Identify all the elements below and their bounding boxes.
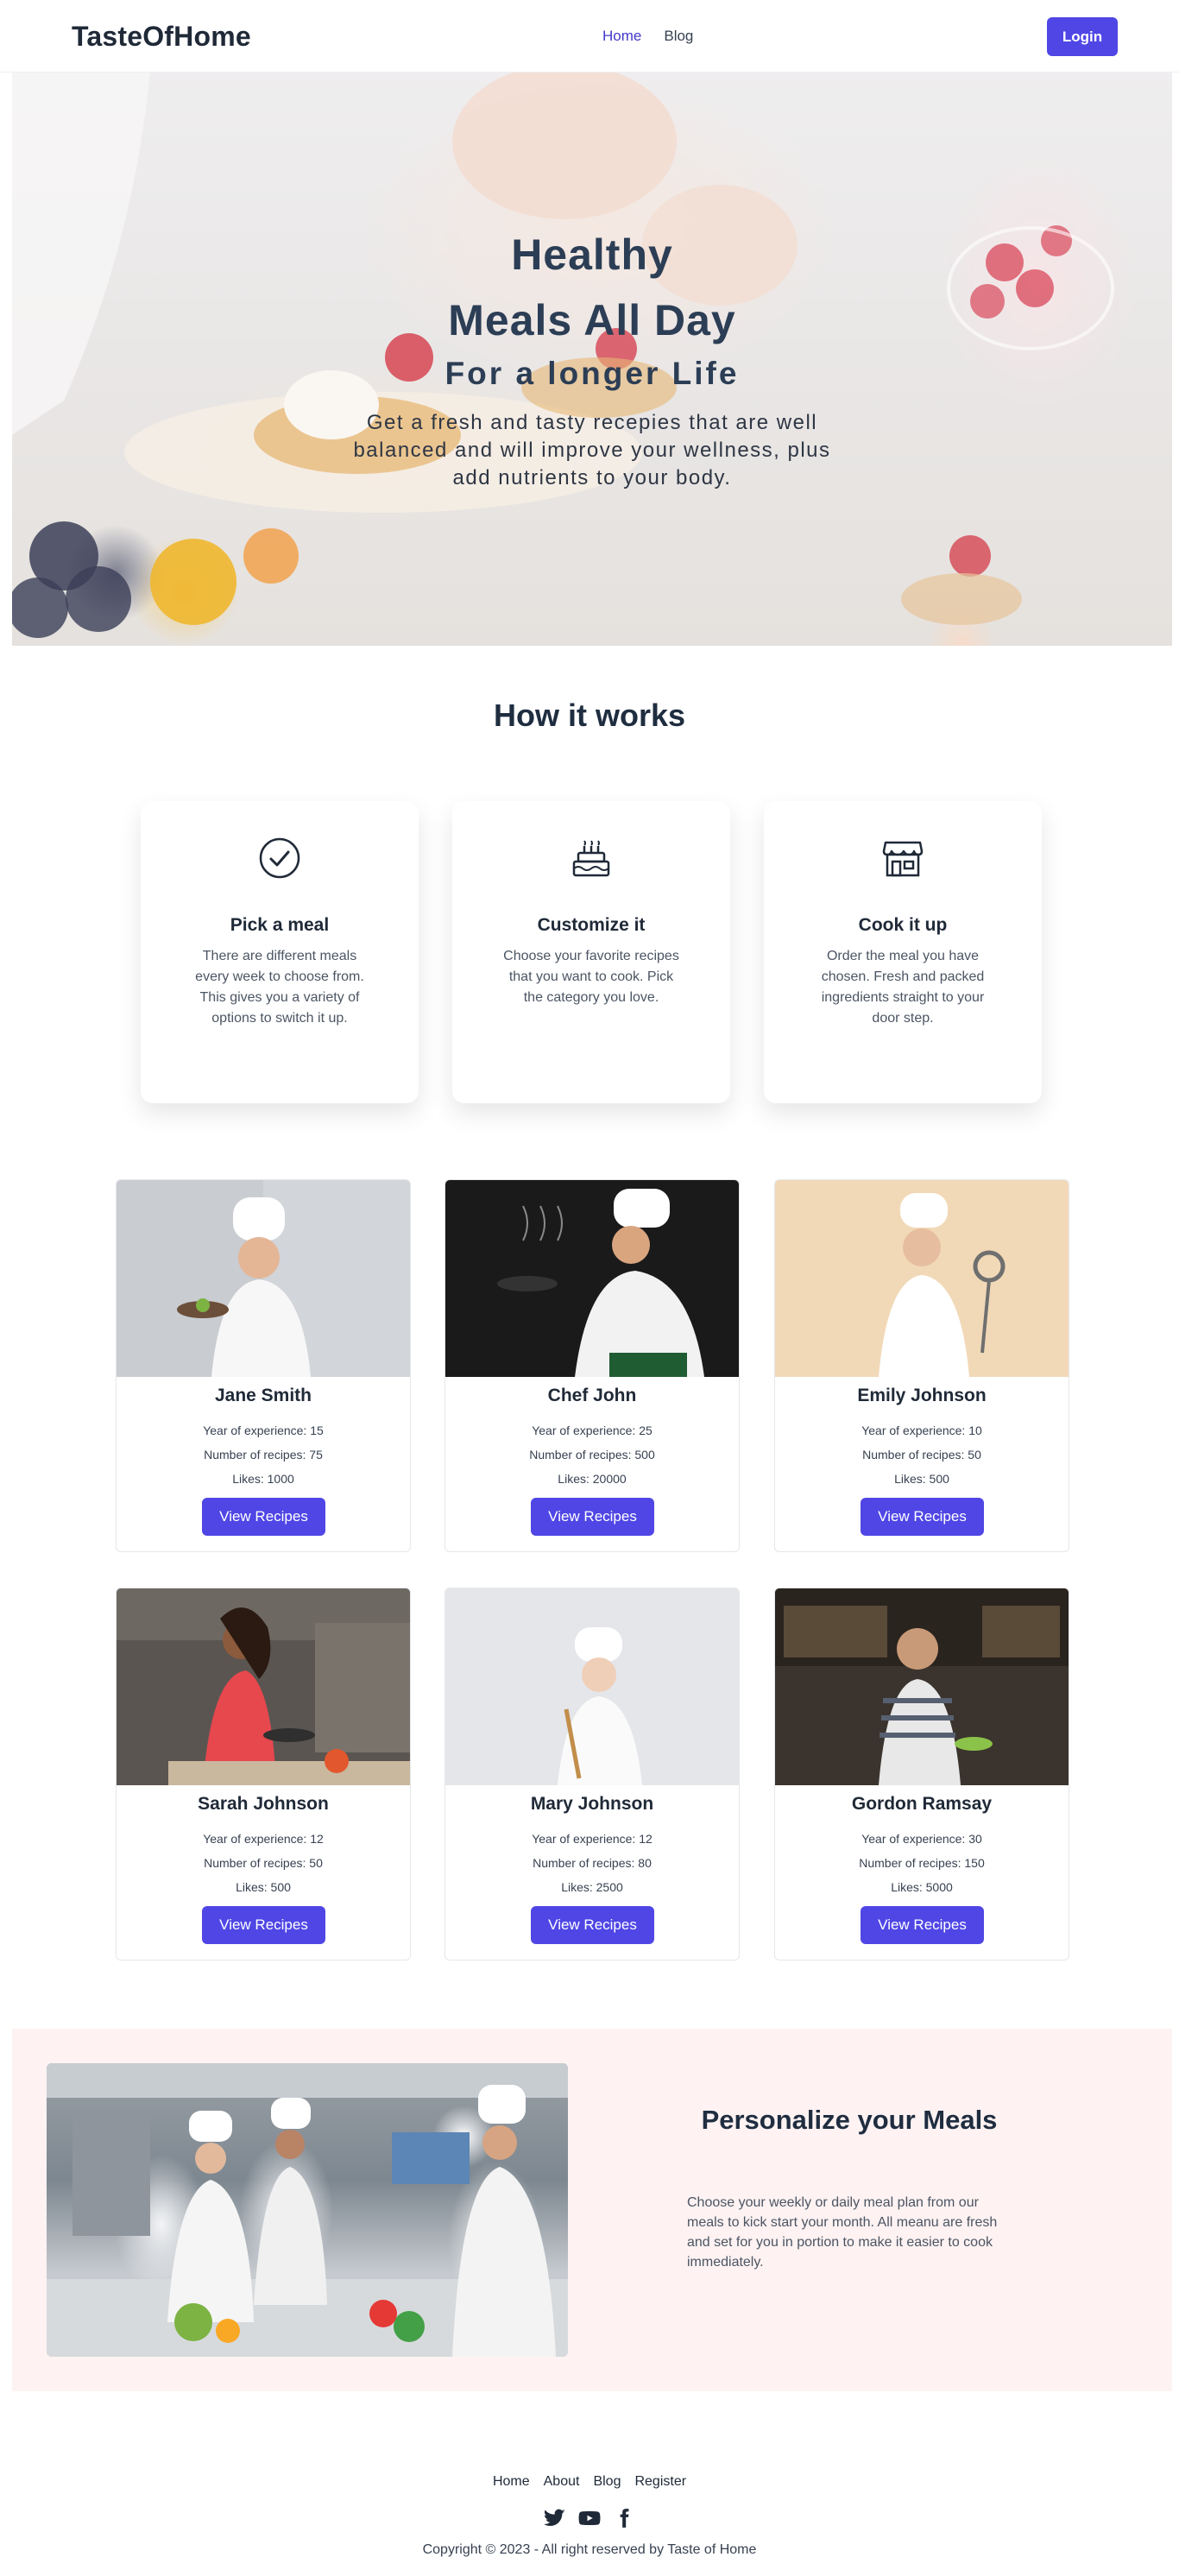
personalize-text: Choose your weekly or daily meal plan fr… xyxy=(687,2195,998,2270)
chef-card: Jane Smith Year of experience: 15 Number… xyxy=(116,1179,411,1552)
step-title: Pick a meal xyxy=(230,915,330,935)
login-button[interactable]: Login xyxy=(1047,17,1118,56)
chef-card: Chef John Year of experience: 25 Number … xyxy=(444,1179,740,1552)
step-title: Cook it up xyxy=(858,915,948,935)
social-links xyxy=(0,2507,1179,2529)
step-card-cook: Cook it up Order the meal you have chose… xyxy=(764,801,1042,1103)
step-text: Choose your favorite recipes that you wa… xyxy=(503,949,679,1005)
nav-link-blog[interactable]: Blog xyxy=(664,28,693,45)
footer-link-about[interactable]: About xyxy=(544,2474,580,2490)
chef-name: Emily Johnson xyxy=(857,1386,987,1405)
hero-description: Get a fresh and tasty recepies that are … xyxy=(353,411,831,489)
chef-photo xyxy=(445,1180,739,1377)
chef-card: Sarah Johnson Year of experience: 12 Num… xyxy=(116,1588,411,1960)
view-recipes-button[interactable]: View Recipes xyxy=(531,1906,654,1944)
chef-card: Emily Johnson Year of experience: 10 Num… xyxy=(774,1179,1069,1552)
personalize-title: Personalize your Meals xyxy=(701,2105,998,2135)
footer-link-home[interactable]: Home xyxy=(493,2474,530,2490)
chef-experience: Year of experience: 25 xyxy=(532,1424,653,1437)
chef-recipes: Number of recipes: 500 xyxy=(529,1448,655,1462)
chef-likes: Likes: 1000 xyxy=(232,1472,294,1486)
chef-recipes: Number of recipes: 75 xyxy=(204,1448,323,1462)
twitter-icon[interactable] xyxy=(544,2507,566,2529)
footer-link-register[interactable]: Register xyxy=(634,2474,686,2490)
chef-recipes: Number of recipes: 50 xyxy=(204,1856,323,1870)
facebook-icon[interactable] xyxy=(613,2507,635,2529)
step-title: Customize it xyxy=(537,915,646,935)
step-card-pick: Pick a meal There are different meals ev… xyxy=(141,801,419,1103)
chef-photo xyxy=(775,1588,1069,1785)
chef-experience: Year of experience: 12 xyxy=(532,1832,653,1846)
chef-experience: Year of experience: 30 xyxy=(861,1832,982,1846)
chef-name: Sarah Johnson xyxy=(198,1794,329,1814)
hero-subtitle: For a longer Life xyxy=(444,356,740,391)
chef-recipes: Number of recipes: 150 xyxy=(859,1856,985,1870)
step-card-customize: Customize it Choose your favorite recipe… xyxy=(452,801,730,1103)
chef-name: Chef John xyxy=(547,1386,637,1405)
check-circle-icon xyxy=(259,837,300,879)
chef-likes: Likes: 2500 xyxy=(561,1880,623,1894)
store-icon xyxy=(882,841,924,877)
hero-title-line2: Meals All Day xyxy=(448,296,736,344)
view-recipes-button[interactable]: View Recipes xyxy=(861,1906,984,1944)
chef-card: Gordon Ramsay Year of experience: 30 Num… xyxy=(774,1588,1069,1960)
nav-link-home[interactable]: Home xyxy=(602,28,641,45)
chef-likes: Likes: 500 xyxy=(894,1472,949,1486)
view-recipes-button[interactable]: View Recipes xyxy=(861,1498,984,1536)
chef-experience: Year of experience: 12 xyxy=(203,1832,324,1846)
chef-likes: Likes: 20000 xyxy=(558,1472,627,1486)
chef-experience: Year of experience: 10 xyxy=(861,1424,982,1437)
chef-likes: Likes: 500 xyxy=(236,1880,291,1894)
kitchen-photo xyxy=(47,2063,568,2357)
cake-icon xyxy=(572,840,610,877)
chef-photo xyxy=(775,1180,1069,1377)
youtube-icon[interactable] xyxy=(578,2507,601,2529)
hero-title-line1: Healthy xyxy=(511,230,673,279)
step-text: Order the meal you have chosen. Fresh an… xyxy=(821,949,985,1026)
chef-likes: Likes: 5000 xyxy=(891,1880,953,1894)
hero-banner: Healthy Meals All Day For a longer Life … xyxy=(12,73,1172,646)
site-logo[interactable]: TasteOfHome xyxy=(72,21,251,53)
how-it-works-title: How it works xyxy=(493,698,686,733)
top-navbar: TasteOfHome Home Blog Login xyxy=(0,0,1179,73)
chef-photo xyxy=(117,1180,410,1377)
nav-links: Home Blog xyxy=(602,28,693,45)
chef-experience: Year of experience: 15 xyxy=(203,1424,324,1437)
view-recipes-button[interactable]: View Recipes xyxy=(531,1498,654,1536)
step-text: There are different meals every week to … xyxy=(195,949,364,1026)
kitchen-scene xyxy=(47,2063,568,2357)
chef-photo xyxy=(445,1588,739,1785)
chef-name: Jane Smith xyxy=(214,1386,312,1405)
chef-name: Gordon Ramsay xyxy=(851,1794,993,1814)
footer-links: Home About Blog Register xyxy=(0,2474,1179,2490)
view-recipes-button[interactable]: View Recipes xyxy=(202,1498,325,1536)
chef-recipes: Number of recipes: 80 xyxy=(533,1856,652,1870)
chef-name: Mary Johnson xyxy=(530,1794,654,1814)
footer-link-blog[interactable]: Blog xyxy=(593,2474,621,2490)
view-recipes-button[interactable]: View Recipes xyxy=(202,1906,325,1944)
personalize-section: Personalize your Meals Choose your weekl… xyxy=(12,2029,1172,2391)
chef-recipes: Number of recipes: 50 xyxy=(862,1448,981,1462)
copyright-text: Copyright © 2023 - All right reserved by… xyxy=(422,2542,757,2557)
chef-card: Mary Johnson Year of experience: 12 Numb… xyxy=(444,1588,740,1960)
chef-photo xyxy=(117,1588,410,1785)
